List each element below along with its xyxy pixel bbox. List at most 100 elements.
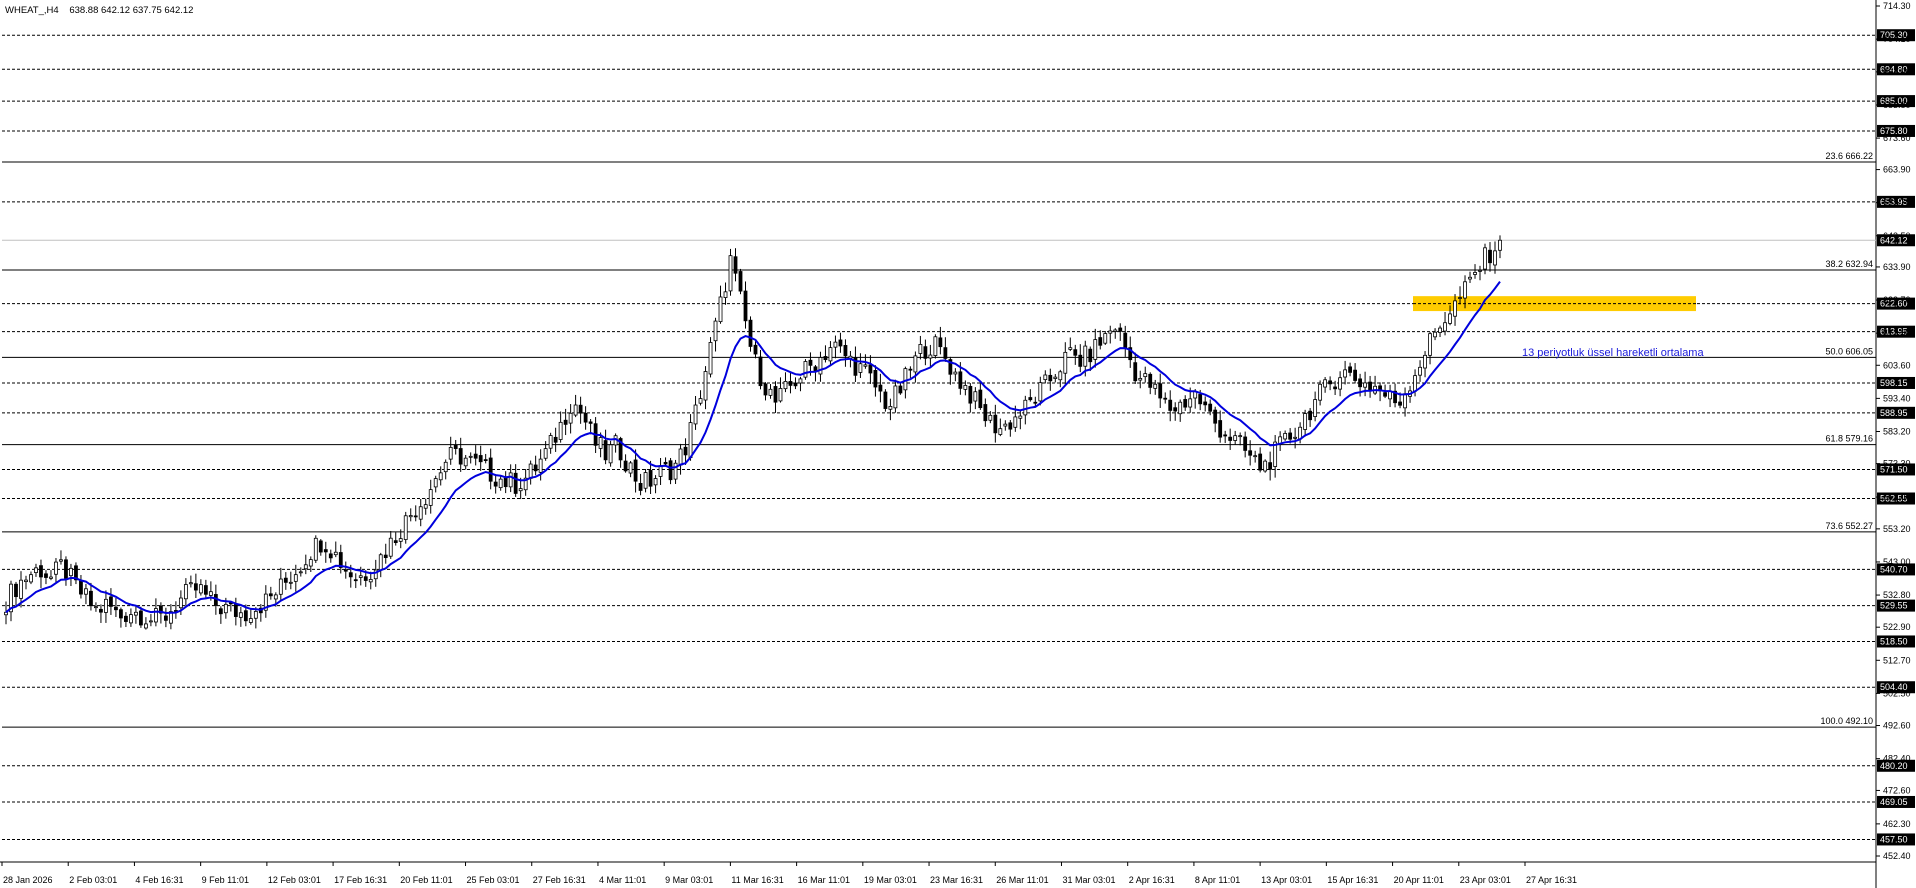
- candle-body: [1428, 333, 1432, 356]
- candle-body: [943, 347, 948, 359]
- y-tick-label: 482.40: [1883, 754, 1911, 764]
- candle-body: [1133, 362, 1138, 382]
- candle-body: [59, 559, 63, 562]
- fibonacci-label: 50.0 606.05: [1825, 346, 1873, 356]
- x-tick-label: 12 Feb 03:01: [268, 875, 321, 885]
- candle-body: [54, 561, 58, 575]
- x-tick-label: 23 Apr 03:01: [1460, 875, 1511, 885]
- candle-body: [1168, 399, 1173, 411]
- candle-body: [368, 579, 373, 583]
- candle-body: [308, 559, 313, 567]
- candle-body: [293, 574, 298, 582]
- y-tick-label: 704.10: [1883, 34, 1911, 44]
- candle-body: [1448, 313, 1452, 324]
- y-tick-label: 623.70: [1883, 295, 1911, 305]
- candle-body: [983, 404, 988, 422]
- candle-body: [513, 472, 518, 494]
- candle-body: [1028, 397, 1033, 401]
- candle-body: [393, 540, 398, 544]
- candle-body: [693, 404, 698, 425]
- candle-body: [328, 553, 333, 559]
- candle-body: [343, 569, 348, 572]
- price-chart[interactable]: 705.30694.80685.00675.80653.95622.60613.…: [0, 0, 1916, 888]
- candle-body: [658, 465, 663, 477]
- candle-body: [144, 623, 148, 629]
- candle-body: [363, 576, 368, 581]
- candle-body: [733, 256, 738, 274]
- candle-body: [1083, 345, 1088, 367]
- candle-body: [633, 459, 638, 482]
- candle-body: [1063, 351, 1068, 374]
- candle-body: [433, 478, 438, 488]
- candle-body: [493, 481, 498, 487]
- candle-body: [253, 611, 258, 619]
- candle-body: [1328, 380, 1333, 385]
- y-tick-label: 502.50: [1883, 688, 1911, 698]
- candle-body: [193, 583, 198, 591]
- candle-body: [1228, 436, 1233, 441]
- candle-body: [968, 385, 973, 404]
- candle-body: [1118, 327, 1123, 332]
- x-tick-label: 20 Apr 11:01: [1394, 875, 1444, 885]
- y-tick-label: 683.80: [1883, 100, 1911, 110]
- candle-body: [223, 603, 228, 614]
- candle-body: [1053, 376, 1058, 379]
- x-tick-label: 2 Apr 16:31: [1129, 875, 1175, 885]
- candle-body: [99, 608, 103, 613]
- candle-body: [1343, 369, 1348, 378]
- candle-body: [878, 384, 883, 392]
- candle-body: [423, 504, 428, 509]
- candle-body: [14, 583, 18, 598]
- candle-body: [823, 356, 828, 361]
- candle-body: [1288, 432, 1293, 440]
- candle-body: [1078, 354, 1083, 367]
- level-label: 588.95: [1880, 408, 1908, 418]
- candle-body: [883, 391, 888, 409]
- candle-body: [188, 582, 193, 585]
- level-label: 598.15: [1880, 378, 1908, 388]
- candle-body: [643, 472, 648, 489]
- candle-body: [1208, 403, 1213, 412]
- candle-body: [84, 588, 88, 595]
- candle-body: [428, 489, 433, 506]
- fibonacci-label: 73.6 552.27: [1825, 521, 1873, 531]
- candle-body: [1253, 455, 1258, 458]
- level-label: 518.50: [1880, 636, 1908, 646]
- candle-body: [553, 436, 558, 443]
- candle-body: [543, 448, 548, 459]
- x-tick-label: 13 Apr 03:01: [1261, 875, 1312, 885]
- y-tick-label: 633.90: [1883, 262, 1911, 272]
- candle-body: [198, 584, 203, 594]
- y-tick-label: 563.00: [1883, 492, 1911, 502]
- candle-body: [528, 463, 533, 479]
- y-tick-label: 663.90: [1883, 165, 1911, 175]
- candle-body: [149, 620, 153, 623]
- candle-body: [1238, 435, 1243, 438]
- candle-body: [1268, 462, 1273, 470]
- level-label: 469.05: [1880, 797, 1908, 807]
- candle-body: [548, 435, 553, 449]
- candle-body: [1243, 436, 1248, 451]
- candle-body: [1458, 297, 1462, 299]
- candle-body: [738, 271, 743, 292]
- candle-body: [1463, 281, 1467, 299]
- candle-body: [1383, 392, 1387, 397]
- x-tick-label: 8 Apr 11:01: [1195, 875, 1240, 885]
- level-label: 529.55: [1880, 601, 1908, 611]
- candle-body: [1033, 401, 1038, 404]
- candle-body: [1108, 330, 1113, 334]
- candle-body: [1493, 250, 1497, 266]
- candle-body: [1218, 420, 1223, 438]
- ohlc-values: 638.88 642.12 637.75 642.12: [69, 5, 193, 16]
- candle-body: [298, 571, 303, 574]
- candle-body: [313, 537, 318, 561]
- candle-body: [728, 255, 733, 292]
- y-tick-label: 553.20: [1883, 524, 1911, 534]
- candle-body: [403, 515, 408, 540]
- candle-body: [768, 388, 773, 396]
- candle-body: [178, 597, 183, 609]
- x-tick-label: 28 Jan 2026: [3, 875, 53, 885]
- candle-body: [748, 319, 753, 347]
- candle-body: [628, 462, 633, 474]
- candle-body: [808, 359, 813, 366]
